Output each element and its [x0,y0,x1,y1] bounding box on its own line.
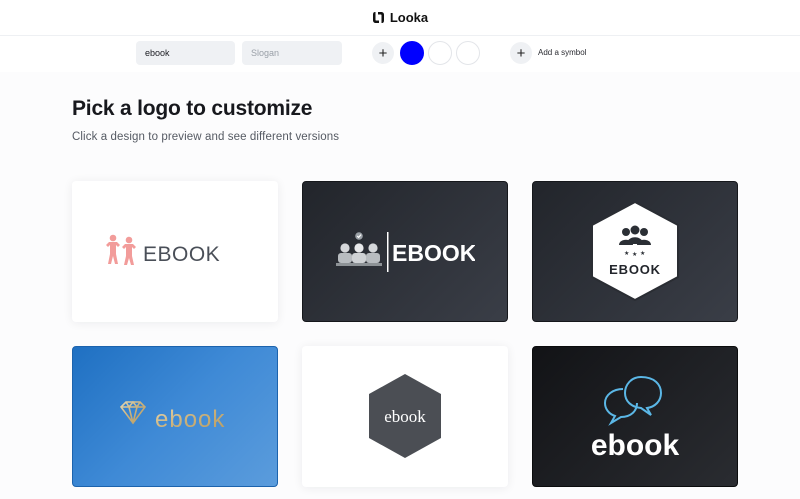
diamond-icon [119,400,147,424]
logo-wordmark: ebook [591,429,680,462]
plus-icon: + [516,44,526,62]
svg-text:★: ★ [632,251,637,258]
logo-preview: ebook [369,373,441,458]
app-header: Looka [0,0,800,36]
color-swatch-blue[interactable] [400,41,424,65]
logo-preview: ★ ★ ★ EBOOK [591,201,679,301]
add-color-button[interactable]: + [372,42,394,64]
add-symbol-label[interactable]: Add a symbol [538,48,586,57]
logo-preview: EBOOK [336,231,475,272]
people-icon [106,234,136,265]
add-symbol-button[interactable]: + [510,42,532,64]
logo-card[interactable]: ★ ★ ★ EBOOK [532,181,738,322]
page-title: Pick a logo to customize [72,97,313,120]
color-swatch-empty[interactable] [428,41,452,65]
brand-logo[interactable]: Looka [372,10,428,25]
looka-logo-icon [372,12,384,23]
svg-text:★: ★ [624,250,629,257]
customize-toolbar: + + Add a symbol [0,36,800,72]
svg-text:★: ★ [640,250,645,257]
logo-card[interactable]: EBOOK [72,181,278,322]
logo-preview: ebook [119,400,225,433]
logo-wordmark: EBOOK [392,240,475,266]
logo-wordmark: EBOOK [609,262,661,277]
color-swatch-empty[interactable] [456,41,480,65]
logo-card[interactable]: ebook [532,346,738,487]
logo-card[interactable]: EBOOK [302,181,508,322]
logo-preview: ebook [591,375,680,462]
chat-bubbles-icon [603,375,663,426]
plus-icon: + [378,44,388,62]
logo-preview: EBOOK [106,234,220,266]
company-name-input[interactable] [136,41,235,65]
team-check-icon [336,231,382,266]
logo-wordmark: ebook [384,407,426,426]
logo-wordmark: ebook [155,406,225,433]
logo-card[interactable]: ebook [72,346,278,487]
logo-wordmark: EBOOK [143,243,220,266]
slogan-input[interactable] [242,41,342,65]
brand-name: Looka [389,10,429,25]
logo-card[interactable]: ebook [302,346,508,487]
page-subtitle: Click a design to preview and see differ… [72,131,340,143]
stars-icon: ★ ★ ★ [624,250,645,258]
divider [387,231,389,272]
